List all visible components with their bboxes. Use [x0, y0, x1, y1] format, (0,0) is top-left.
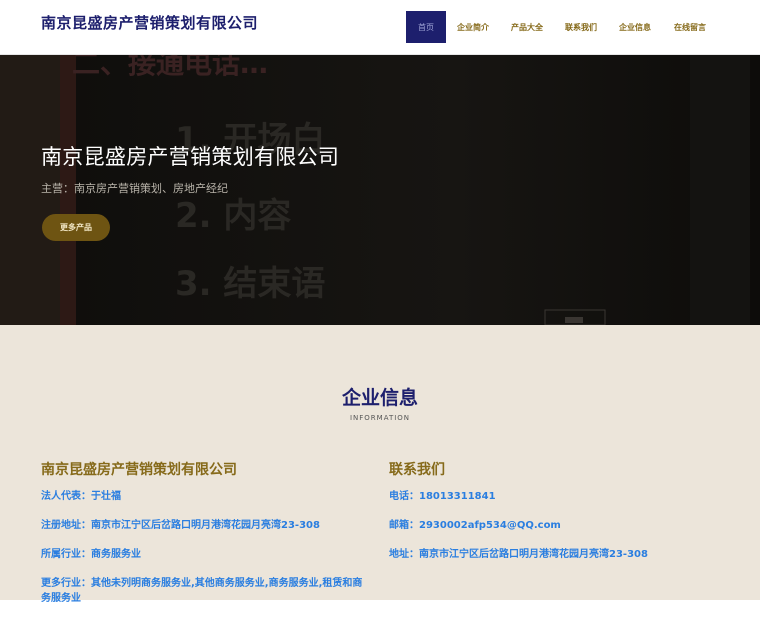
nav-contact[interactable]: 联系我们 — [554, 11, 608, 43]
phone-label: 电话： — [389, 491, 419, 502]
legal-representative: 法人代表：于壮福 — [41, 489, 371, 504]
hero-bg-line-3: 2. 内容 — [175, 196, 291, 236]
section-title: 企业信息 — [341, 387, 418, 409]
registered-address-label: 注册地址： — [41, 520, 91, 531]
site-logo[interactable]: 南京昆盛房产营销策划有限公司 — [41, 12, 258, 33]
industry-value: 商务服务业 — [91, 549, 141, 560]
contact-heading: 联系我们 — [389, 462, 445, 478]
contact-address-label: 地址： — [389, 549, 419, 560]
registered-address-value: 南京市江宁区后岔路口明月港湾花园月亮湾23-308 — [91, 520, 320, 531]
email-label: 邮箱： — [389, 520, 419, 531]
hero-bg-line-4: 3. 结束语 — [175, 264, 325, 304]
more-products-button[interactable]: 更多产品 — [42, 214, 110, 241]
more-industries-label: 更多行业： — [41, 578, 91, 589]
company-info-section: 企业信息 INFORMATION 南京昆盛房产营销策划有限公司 法人代表：于壮福… — [0, 325, 760, 604]
industry-label: 所属行业： — [41, 549, 91, 560]
main-nav: 首页 企业简介 产品大全 联系我们 企业信息 在线留言 — [406, 11, 718, 43]
section-subtitle: INFORMATION — [349, 414, 411, 422]
nav-company-info[interactable]: 企业信息 — [608, 11, 662, 43]
legal-value: 于壮福 — [91, 491, 121, 502]
email: 邮箱：2930002afp534@QQ.com — [389, 518, 729, 533]
company-name-heading: 南京昆盛房产营销策划有限公司 — [41, 462, 237, 478]
nav-products[interactable]: 产品大全 — [500, 11, 554, 43]
phone-value[interactable]: 18013311841 — [419, 491, 496, 502]
legal-label: 法人代表： — [41, 491, 91, 502]
contact-address-value: 南京市江宁区后岔路口明月港湾花园月亮湾23-308 — [419, 549, 648, 560]
hero-banner: 二、接通电话… 1. 开场白 2. 内容 3. 结束语 南京昆盛房产营销策划有限… — [0, 55, 760, 325]
contact-address: 地址：南京市江宁区后岔路口明月港湾花园月亮湾23-308 — [389, 547, 729, 562]
nav-home[interactable]: 首页 — [406, 11, 446, 43]
hero-title: 南京昆盛房产营销策划有限公司 — [41, 145, 340, 169]
industry: 所属行业：商务服务业 — [41, 547, 371, 562]
more-industries: 更多行业：其他未列明商务服务业,其他商务服务业,商务服务业,租赁和商务服务业 — [41, 576, 371, 606]
site-header: 南京昆盛房产营销策划有限公司 首页 企业简介 产品大全 联系我们 企业信息 在线… — [0, 0, 760, 55]
company-details: 南京昆盛房产营销策划有限公司 法人代表：于壮福 注册地址：南京市江宁区后岔路口明… — [41, 459, 371, 620]
contact-details: 联系我们 电话：18013311841 邮箱：2930002afp534@QQ.… — [389, 459, 729, 576]
phone: 电话：18013311841 — [389, 489, 729, 504]
hero-bg-line-1: 二、接通电话… — [72, 55, 268, 80]
nav-message[interactable]: 在线留言 — [662, 11, 718, 43]
registered-address: 注册地址：南京市江宁区后岔路口明月港湾花园月亮湾23-308 — [41, 518, 371, 533]
hero-subtitle: 主营：南京房产营销策划、房地产经纪 — [41, 182, 228, 195]
email-value[interactable]: 2930002afp534@QQ.com — [419, 520, 561, 531]
nav-about[interactable]: 企业简介 — [446, 11, 500, 43]
